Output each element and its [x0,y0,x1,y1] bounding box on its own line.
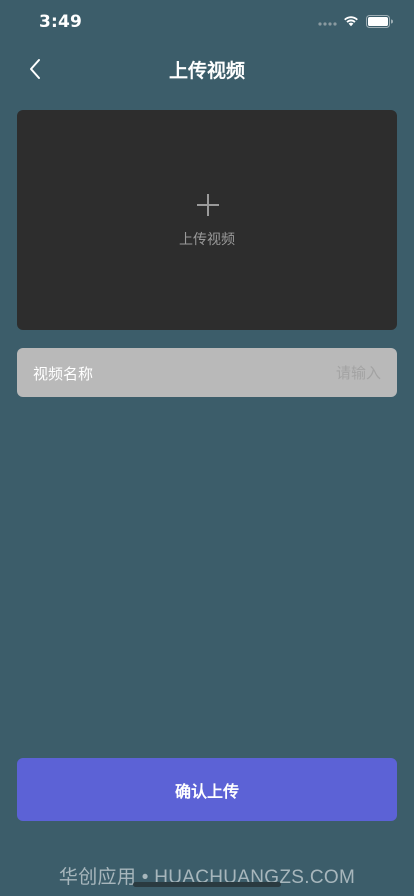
home-indicator [133,882,281,887]
status-bar: 3:49 [0,0,414,44]
cellular-signal-icon [318,22,337,26]
plus-icon [197,194,219,216]
confirm-upload-button[interactable]: 确认上传 [17,758,397,821]
battery-icon [366,15,393,28]
video-name-input[interactable] [181,360,381,385]
video-upload-area[interactable]: 上传视频 [17,110,397,330]
wifi-icon [344,16,358,27]
video-name-label: 视频名称 [33,365,94,383]
nav-bar: 上传视频 [0,44,414,94]
upload-label: 上传视频 [179,232,235,248]
video-name-field: 视频名称 [17,348,397,397]
page-title: 上传视频 [168,60,245,82]
upload-video-screen: 3:49 上传视频 上传视频 视频名称 请输入 确认上传 华创应用 • HUAC… [0,0,414,896]
status-time: 3:49 [39,12,83,32]
